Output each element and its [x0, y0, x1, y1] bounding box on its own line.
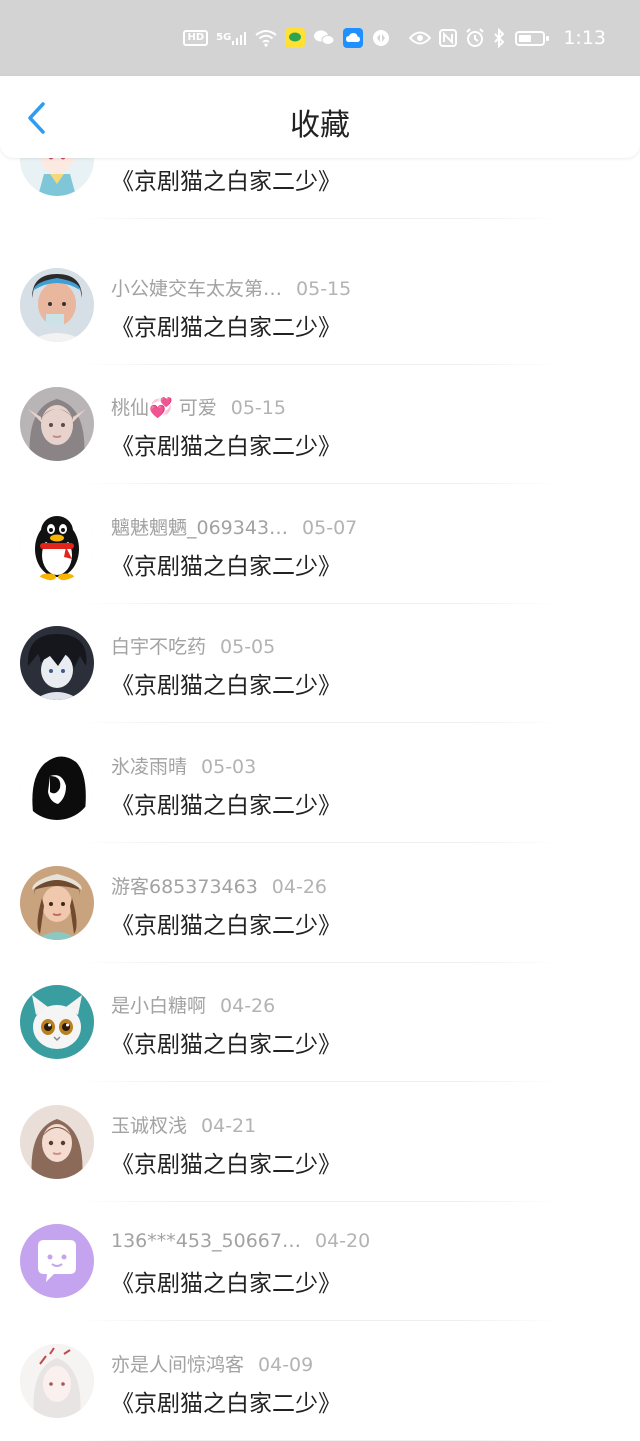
- battery-icon: [515, 30, 550, 46]
- wifi-icon: [255, 27, 277, 49]
- boy-photo-avatar[interactable]: [20, 267, 94, 342]
- user-name-suffix: 可爱: [172, 397, 217, 420]
- user-name: 亦是人间惊鸿客: [111, 1353, 245, 1376]
- item-meta: 小公婕交车太友第… 05-15: [111, 274, 351, 301]
- alarm-icon: [465, 27, 485, 49]
- dark-anime-boy-avatar[interactable]: [20, 626, 94, 701]
- battery-level: [519, 34, 532, 42]
- list-item[interactable]: 玉诚杈浅 04-21 《京剧猫之白家二少》: [0, 1063, 640, 1202]
- wechat-icon: [313, 27, 335, 49]
- item-meta: 白宇不吃药 05-05: [111, 632, 275, 659]
- list-item[interactable]: 136***453_50667… 04-20 《京剧猫之白家二少》: [0, 1182, 640, 1322]
- list-divider: [80, 218, 560, 219]
- item-meta: 136***453_50667… 04-20: [111, 1230, 370, 1252]
- novel-title[interactable]: 《京剧猫之白家二少》: [111, 786, 341, 820]
- status-bar: HD 5G 1:13: [0, 0, 640, 76]
- user-name: 魑魅魍魉_069343…: [111, 516, 289, 539]
- chat-bubble-avatar[interactable]: [20, 1224, 94, 1299]
- list-item[interactable]: 白宇不吃药 05-05 《京剧猫之白家二少》: [0, 584, 640, 724]
- item-meta: 氷凌雨晴 05-03: [111, 752, 256, 779]
- favorite-date: 04-20: [314, 1230, 371, 1253]
- user-name: 玉诚杈浅: [111, 1114, 188, 1137]
- top-nav-bar: 收藏: [0, 76, 640, 158]
- eye-icon: [409, 27, 432, 49]
- list-item[interactable]: 氷凌雨晴 05-03 《京剧猫之白家二少》: [0, 704, 640, 843]
- favorite-date: 05-07: [302, 516, 358, 539]
- novel-title[interactable]: 《京剧猫之白家二少》: [111, 1384, 341, 1418]
- item-meta: 玉诚杈浅 04-21: [111, 1111, 256, 1138]
- girl-photo-avatar[interactable]: [20, 865, 94, 940]
- heart-emoji-icon: 💞: [149, 397, 173, 420]
- vpn-icon: [371, 27, 391, 49]
- user-name: 氷凌雨晴: [111, 755, 188, 778]
- item-meta: 游客685373463 04-26: [111, 872, 327, 899]
- silhouette-girl-avatar[interactable]: [20, 745, 94, 820]
- novel-title[interactable]: 《京剧猫之白家二少》: [111, 1025, 341, 1059]
- novel-title[interactable]: 《京剧猫之白家二少》: [111, 906, 341, 940]
- item-meta: 魑魅魍魉_069343… 05-07: [111, 513, 357, 540]
- user-name: 白宇不吃药: [111, 636, 207, 659]
- favorite-date: 04-26: [271, 875, 328, 898]
- novel-title[interactable]: 《京剧猫之白家二少》: [111, 427, 341, 461]
- clock-time: 1:13: [563, 27, 606, 49]
- novel-title[interactable]: 《京剧猫之白家二少》: [111, 547, 341, 581]
- painted-girl-avatar[interactable]: [20, 1104, 94, 1179]
- user-name: 游客685373463: [111, 875, 258, 898]
- elf-girl-avatar[interactable]: [20, 387, 94, 462]
- white-hair-avatar[interactable]: [20, 1343, 94, 1418]
- nfc-icon: [439, 27, 458, 49]
- item-meta: 是小白糖啊 04-26: [111, 991, 275, 1018]
- user-name: 是小白糖啊: [111, 995, 207, 1018]
- signal-label: 5G: [216, 32, 232, 43]
- signal-icon: 5G: [216, 27, 247, 49]
- hd-icon: HD: [183, 30, 209, 46]
- novel-title[interactable]: 《京剧猫之白家二少》: [111, 162, 341, 196]
- list-item[interactable]: 小公婕交车太友第… 05-15 《京剧猫之白家二少》: [0, 226, 640, 365]
- favorite-date: 04-21: [201, 1114, 257, 1137]
- list-item[interactable]: 魑魅魍魉_069343… 05-07 《京剧猫之白家二少》: [0, 465, 640, 604]
- app-notify-icon: [285, 28, 306, 48]
- favorite-date: 05-15: [230, 397, 286, 420]
- favorites-list[interactable]: 白缪昨天 21:40《京剧猫之白家二少》小公婕交车太友第…05-15《京剧猫之白…: [0, 106, 640, 1441]
- page-title: 收藏: [290, 108, 350, 143]
- list-item[interactable]: 是小白糖啊 04-26 《京剧猫之白家二少》: [0, 943, 640, 1083]
- favorite-date: 05-03: [201, 755, 257, 778]
- item-meta: 亦是人间惊鸿客 04-09: [111, 1350, 313, 1377]
- qq-penguin-avatar[interactable]: [20, 506, 94, 581]
- novel-title[interactable]: 《京剧猫之白家二少》: [111, 1145, 341, 1179]
- bluetooth-icon: [493, 27, 505, 49]
- favorite-date: 04-26: [220, 995, 276, 1018]
- favorite-date: 04-09: [258, 1353, 314, 1376]
- user-name: 小公婕交车太友第…: [111, 277, 283, 300]
- favorite-date: 05-05: [220, 636, 276, 659]
- favorite-date: 05-15: [296, 277, 352, 300]
- novel-title[interactable]: 《京剧猫之白家二少》: [111, 666, 341, 700]
- list-item[interactable]: 游客685373463 04-26 《京剧猫之白家二少》: [0, 824, 640, 963]
- user-name: 桃仙: [111, 397, 150, 420]
- list-item[interactable]: 桃仙💞 可爱 05-15 《京剧猫之白家二少》: [0, 345, 640, 485]
- novel-title[interactable]: 《京剧猫之白家二少》: [111, 1264, 341, 1298]
- list-item[interactable]: 亦是人间惊鸿客 04-09 《京剧猫之白家二少》: [0, 1302, 640, 1441]
- white-cat-avatar[interactable]: [20, 985, 94, 1060]
- user-name: 136***453_50667…: [111, 1230, 301, 1253]
- item-meta: 桃仙💞 可爱 05-15: [111, 393, 286, 420]
- cloud-icon: [343, 28, 364, 48]
- novel-title[interactable]: 《京剧猫之白家二少》: [111, 308, 341, 342]
